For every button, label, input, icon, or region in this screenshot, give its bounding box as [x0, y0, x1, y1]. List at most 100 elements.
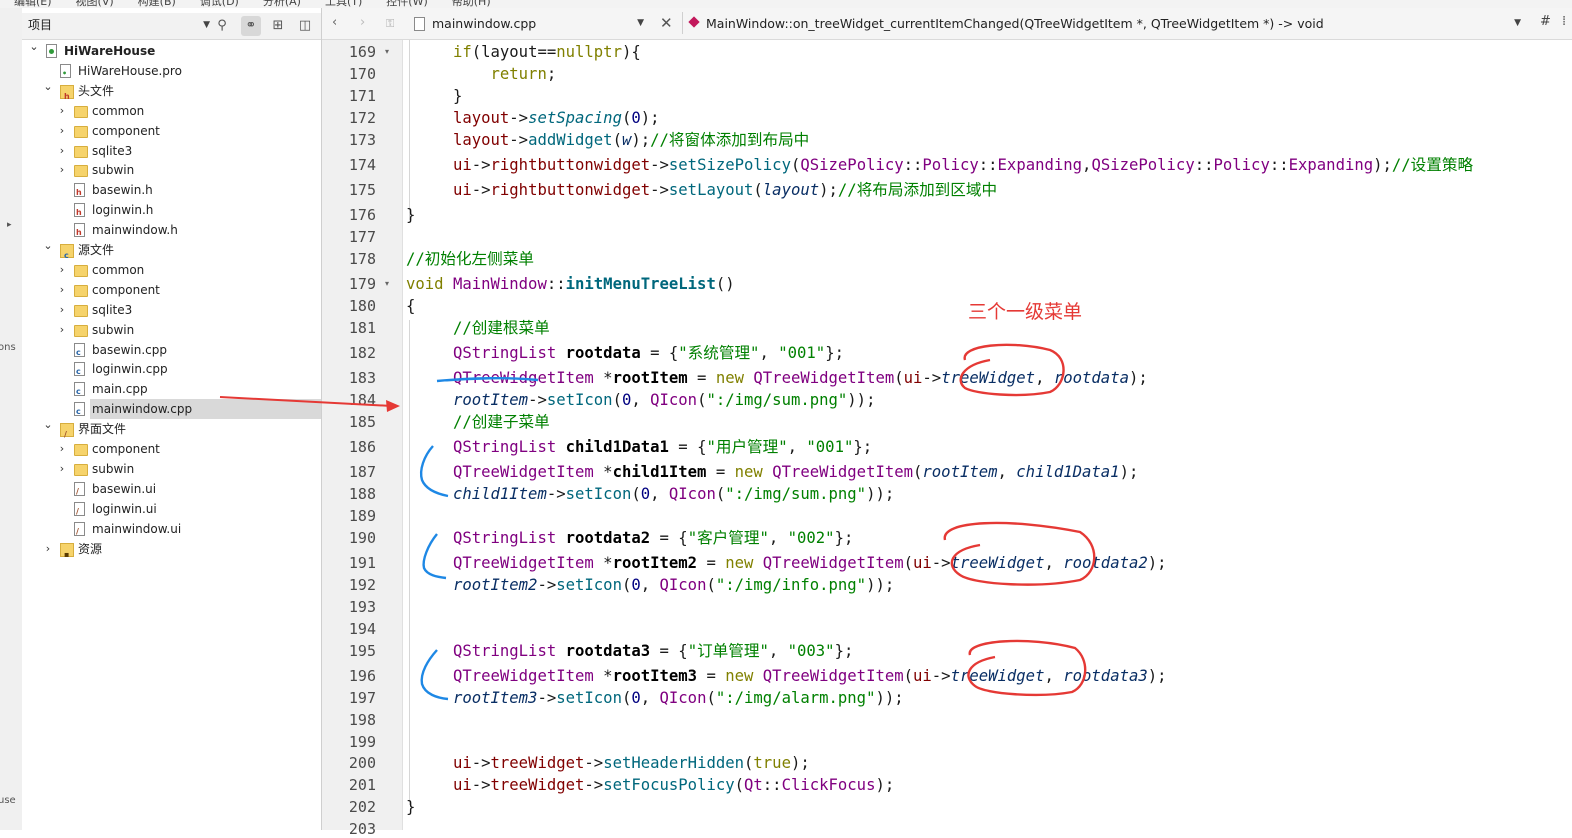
chevron-right-icon[interactable]: ›	[42, 539, 54, 559]
code-line[interactable]: child1Item->setIcon(0, QIcon(":/img/sum.…	[406, 484, 894, 504]
tree-item[interactable]: › sqlite3	[22, 141, 321, 161]
chevron-right-icon[interactable]: ›	[56, 260, 68, 280]
code-line[interactable]: //创建根菜单	[406, 318, 550, 338]
lock-icon[interactable]: ⚿	[386, 17, 394, 31]
code-line[interactable]: ui->rightbuttonwidget->setSizePolicy(QSi…	[406, 155, 1473, 175]
tree-item[interactable]: c basewin.cpp	[22, 340, 321, 360]
code-line[interactable]: QStringList rootdata3 = {"订单管理", "003"};	[406, 641, 853, 661]
line-number-gutter[interactable]: 169 ▾ 170 171 172 173 174 175 176 177 178 179 ▾ 180 18…	[322, 40, 403, 838]
menu-item[interactable]: 调试(D)	[200, 0, 239, 8]
code-line[interactable]: QStringList child1Data1 = {"用户管理", "001"…	[406, 437, 872, 457]
expand-arrow-icon[interactable]: ▸	[7, 220, 12, 230]
tree-item[interactable]: h basewin.h	[22, 180, 321, 200]
code-line[interactable]: }	[406, 797, 415, 817]
code-line[interactable]: {	[406, 296, 415, 316]
chevron-right-icon[interactable]: ›	[56, 160, 68, 180]
code-line[interactable]: QTreeWidgetItem *rootItem3 = new QTreeWi…	[406, 666, 1167, 686]
chevron-down-icon[interactable]: ⌄	[28, 37, 40, 57]
code-line[interactable]: //初始化左侧菜单	[406, 249, 534, 269]
tree-item[interactable]: › subwin	[22, 459, 321, 479]
menu-item[interactable]: 编辑(E)	[14, 0, 52, 8]
close-icon[interactable]: ✕	[660, 14, 673, 32]
tree-item[interactable]: • HiWareHouse.pro	[22, 61, 321, 81]
code-line[interactable]: QStringList rootdata2 = {"客户管理", "002"};	[406, 528, 853, 548]
filter-icon[interactable]: ⚲	[212, 16, 232, 36]
chevron-right-icon[interactable]: ›	[56, 300, 68, 320]
back-arrow-icon[interactable]: ‹	[332, 15, 337, 30]
chevron-right-icon[interactable]: ›	[56, 121, 68, 141]
chevron-right-icon[interactable]: ›	[56, 459, 68, 479]
menu-item[interactable]: 视图(V)	[76, 0, 114, 8]
tree-item[interactable]: ⌄ / 界面文件	[22, 418, 321, 439]
tree-item-label: subwin	[92, 322, 135, 337]
tree-item[interactable]: › sqlite3	[22, 300, 321, 320]
tree-item[interactable]: / mainwindow.ui	[22, 519, 321, 539]
project-view-combo[interactable]: 项目 ▼	[25, 16, 210, 35]
folder-icon	[74, 284, 88, 297]
split-icon[interactable]: ⁞	[1562, 14, 1566, 29]
add-split-icon[interactable]: ⊞	[268, 16, 288, 36]
chevron-down-icon[interactable]: ⌄	[42, 77, 54, 97]
tree-item[interactable]: ⌄ HiWareHouse	[22, 40, 321, 61]
code-line[interactable]: ui->rightbuttonwidget->setLayout(layout)…	[406, 180, 997, 200]
code-line[interactable]: layout->addWidget(w);//将窗体添加到布局中	[406, 130, 809, 150]
code-line[interactable]: ui->treeWidget->setHeaderHidden(true);	[406, 753, 810, 773]
fold-marker-icon[interactable]: ▾	[385, 47, 389, 56]
function-combo[interactable]: MainWindow::on_treeWidget_currentItemCha…	[688, 13, 1525, 34]
chevron-down-icon[interactable]: ⌄	[42, 415, 54, 435]
tree-item[interactable]: c main.cpp	[22, 379, 321, 399]
code-line[interactable]: QTreeWidgetItem *child1Item = new QTreeW…	[406, 462, 1138, 482]
open-file-combo[interactable]: mainwindow.cpp ▼	[408, 13, 648, 34]
menu-item[interactable]: 控件(W)	[386, 0, 427, 8]
code-line[interactable]: }	[406, 205, 415, 225]
chevron-right-icon[interactable]: ›	[56, 320, 68, 340]
tree-item[interactable]: ⌄ h 头文件	[22, 80, 321, 101]
tree-item[interactable]: / loginwin.ui	[22, 499, 321, 519]
code-line[interactable]: }	[406, 86, 462, 106]
chevron-right-icon[interactable]: ›	[56, 280, 68, 300]
code-editor[interactable]: if(layout==nullptr){ return; } layout->s…	[406, 40, 1572, 830]
code-line[interactable]: QTreeWidgetItem *rootItem = new QTreeWid…	[406, 368, 1148, 388]
tree-item[interactable]: ⌄ c 源文件	[22, 239, 321, 260]
code-line[interactable]: rootItem3->setIcon(0, QIcon(":/img/alarm…	[406, 688, 904, 708]
tree-item[interactable]: › component	[22, 280, 321, 300]
tree-item[interactable]: › component	[22, 439, 321, 459]
code-line[interactable]: rootItem->setIcon(0, QIcon(":/img/sum.pn…	[406, 390, 876, 410]
code-line[interactable]: void MainWindow::initMenuTreeList()	[406, 274, 735, 294]
menu-item[interactable]: 分析(A)	[263, 0, 301, 8]
link-icon[interactable]: ⚭	[241, 16, 261, 36]
fold-marker-icon[interactable]: ▾	[385, 279, 389, 288]
tree-item[interactable]: › common	[22, 260, 321, 280]
tree-item[interactable]: › ▪ 资源	[22, 539, 321, 559]
tree-item[interactable]: / basewin.ui	[22, 479, 321, 499]
code-line[interactable]: QStringList rootdata = {"系统管理", "001"};	[406, 343, 844, 363]
code-line[interactable]: if(layout==nullptr){	[406, 42, 641, 62]
code-line[interactable]: layout->setSpacing(0);	[406, 108, 660, 128]
code-line[interactable]: QTreeWidgetItem *rootItem2 = new QTreeWi…	[406, 553, 1167, 573]
chevron-right-icon[interactable]: ›	[56, 141, 68, 161]
tree-item[interactable]: c mainwindow.cpp	[74, 399, 321, 420]
tree-item[interactable]: › common	[22, 101, 321, 121]
forward-arrow-icon[interactable]: ›	[360, 15, 365, 30]
tree-item[interactable]: › subwin	[22, 160, 321, 180]
chevron-right-icon[interactable]: ›	[56, 101, 68, 121]
resource-folder-icon: ▪	[60, 542, 74, 559]
menu-item[interactable]: 工具(T)	[325, 0, 362, 8]
symbol-hash-button[interactable]: #	[1540, 14, 1551, 29]
mode-label-clipped[interactable]: use	[0, 795, 16, 806]
menu-item[interactable]: 构建(B)	[138, 0, 176, 8]
menu-item[interactable]: 帮助(H)	[452, 0, 491, 8]
tree-item[interactable]: › component	[22, 121, 321, 141]
tree-item[interactable]: h mainwindow.h	[22, 220, 321, 240]
sidebar-toggle-icon[interactable]: ◫	[295, 16, 315, 36]
code-line[interactable]: ui->treeWidget->setFocusPolicy(Qt::Click…	[406, 775, 894, 795]
code-line[interactable]: rootItem2->setIcon(0, QIcon(":/img/info.…	[406, 575, 894, 595]
code-line[interactable]: //创建子菜单	[406, 412, 550, 432]
chevron-right-icon[interactable]: ›	[56, 439, 68, 459]
tree-item[interactable]: h loginwin.h	[22, 200, 321, 220]
mode-label-clipped[interactable]: ons	[0, 342, 16, 353]
tree-item[interactable]: c loginwin.cpp	[22, 359, 321, 379]
tree-item[interactable]: › subwin	[22, 320, 321, 340]
chevron-down-icon[interactable]: ⌄	[42, 236, 54, 256]
code-line[interactable]: return;	[406, 64, 557, 84]
